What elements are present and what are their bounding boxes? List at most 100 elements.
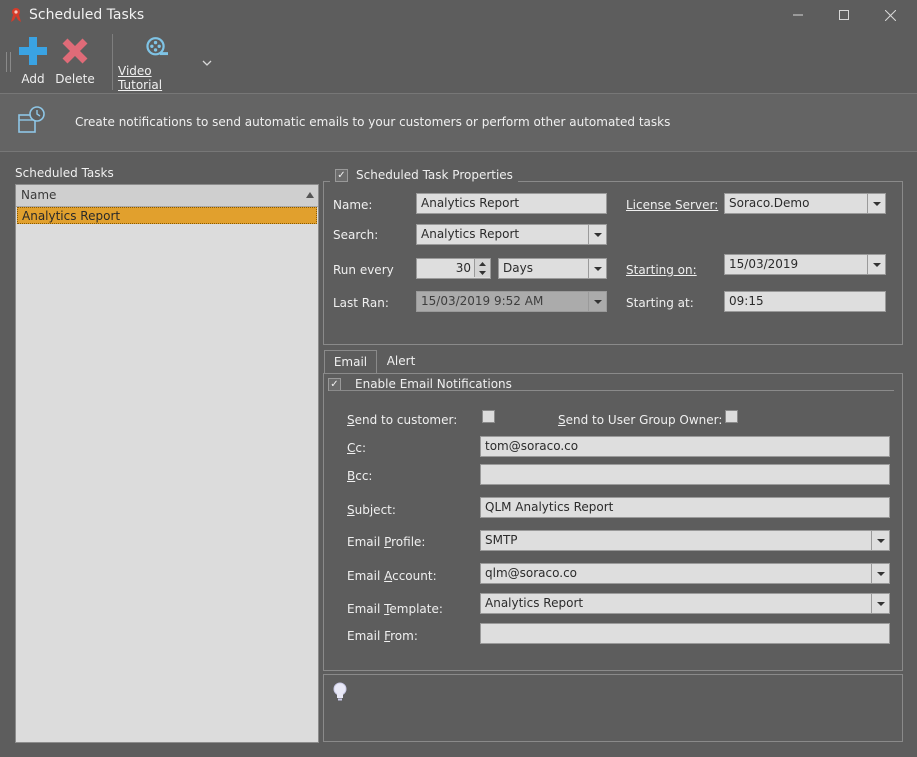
license-server-select[interactable]: Soraco.Demo (724, 193, 886, 214)
list-item-name: Analytics Report (22, 209, 121, 223)
email-from-label: Email From: (347, 629, 418, 643)
starting-on-value: 15/03/2019 (729, 257, 799, 271)
starting-on-dropdown-button[interactable] (867, 255, 885, 274)
info-banner: Create notifications to send automatic e… (0, 93, 917, 152)
email-template-dropdown-button[interactable] (871, 594, 889, 613)
task-properties-checkbox[interactable]: ✓ (335, 168, 348, 182)
starting-at-field[interactable]: 09:15 (724, 291, 886, 312)
search-dropdown-button[interactable] (588, 225, 606, 244)
scheduled-task-icon (18, 106, 45, 133)
search-select-value: Analytics Report (421, 227, 520, 241)
video-tutorial-label: Video Tutorial (118, 64, 163, 92)
starting-on-label: Starting on: (626, 263, 697, 277)
minimize-icon (793, 14, 803, 16)
last-ran-dropdown-button (588, 292, 606, 311)
email-account-select[interactable]: qlm@soraco.co (480, 563, 890, 584)
send-to-owner-label: Send to User Group Owner: (558, 413, 723, 427)
starting-on-datepicker[interactable]: 15/03/2019 (724, 254, 886, 275)
email-account-label: Email Account: (347, 569, 437, 583)
tab-email[interactable]: Email (324, 350, 377, 374)
add-button[interactable]: Add (16, 36, 50, 92)
column-header-name: Name (21, 188, 57, 202)
subject-label: Subject: (347, 503, 396, 517)
maximize-button[interactable] (821, 2, 867, 28)
window-title: Scheduled Tasks (29, 7, 145, 23)
send-to-owner-checkbox[interactable] (725, 410, 738, 423)
chevron-down-icon (479, 270, 486, 275)
name-label: Name: (333, 198, 373, 212)
starting-at-label: Starting at: (626, 296, 694, 310)
email-account-dropdown-button[interactable] (871, 564, 889, 583)
enable-email-checkbox[interactable]: ✓ (328, 377, 341, 391)
stepper-up-button[interactable] (474, 259, 490, 268)
last-ran-label: Last Ran: (333, 296, 389, 310)
enable-email-label: Enable Email Notifications (355, 377, 512, 391)
chevron-down-icon (876, 571, 885, 576)
run-every-unit-select[interactable]: Days (498, 258, 607, 279)
run-every-unit-value: Days (503, 261, 533, 275)
task-list[interactable]: Name Analytics Report (15, 184, 319, 743)
search-label: Search: (333, 228, 379, 242)
chevron-down-icon (872, 201, 881, 206)
email-from-field[interactable] (480, 623, 890, 644)
email-profile-value: SMTP (485, 533, 518, 547)
run-every-label: Run every (333, 263, 394, 277)
email-profile-dropdown-button[interactable] (871, 531, 889, 550)
x-icon (62, 38, 88, 64)
chevron-down-icon (876, 538, 885, 543)
email-template-select[interactable]: Analytics Report (480, 593, 890, 614)
bcc-label: Bcc: (347, 469, 373, 483)
chevron-up-icon (479, 261, 486, 266)
close-icon (884, 9, 896, 21)
add-label: Add (21, 72, 45, 86)
cc-field[interactable]: tom@soraco.co (480, 436, 890, 457)
chevron-down-icon (202, 60, 212, 66)
chevron-down-icon (593, 299, 602, 304)
banner-text: Create notifications to send automatic e… (75, 115, 671, 129)
send-to-customer-label: Send to customer: (347, 413, 458, 427)
chevron-down-icon (872, 262, 881, 267)
tab-alert-label: Alert (386, 354, 416, 368)
minimize-button[interactable] (775, 2, 821, 28)
email-template-label: Email Template: (347, 602, 443, 616)
delete-label: Delete (55, 72, 95, 86)
email-template-value: Analytics Report (485, 596, 584, 610)
app-ribbon-icon (11, 8, 21, 22)
sort-ascending-icon (306, 192, 314, 198)
bcc-field[interactable] (480, 464, 890, 485)
run-every-value: 30 (455, 261, 471, 275)
hint-panel (323, 674, 903, 742)
name-field[interactable]: Analytics Report (416, 193, 607, 214)
toolbar-overflow-button[interactable] (202, 56, 212, 70)
unit-dropdown-button[interactable] (588, 259, 606, 278)
chevron-down-icon (593, 232, 602, 237)
lightbulb-icon (333, 682, 347, 701)
delete-button[interactable]: Delete (55, 36, 95, 92)
email-profile-select[interactable]: SMTP (480, 530, 890, 551)
email-account-value: qlm@soraco.co (485, 566, 578, 580)
stepper-down-button[interactable] (474, 268, 490, 277)
video-tutorial-button[interactable]: Video Tutorial (118, 36, 196, 92)
email-profile-label: Email Profile: (347, 535, 426, 549)
run-every-stepper[interactable]: 30 (416, 258, 491, 279)
chevron-down-icon (876, 601, 885, 606)
close-button[interactable] (867, 2, 913, 28)
film-reel-icon (146, 37, 168, 56)
chevron-down-icon (593, 266, 602, 271)
list-column-header[interactable]: Name (16, 185, 318, 207)
license-server-dropdown-button[interactable] (867, 194, 885, 213)
send-to-customer-checkbox[interactable] (482, 410, 495, 423)
last-ran-field: 15/03/2019 9:52 AM (416, 291, 607, 312)
subject-field[interactable]: QLM Analytics Report (480, 497, 890, 518)
plus-icon (19, 37, 47, 65)
search-select[interactable]: Analytics Report (416, 224, 607, 245)
task-properties-header: ✓ Scheduled Task Properties (330, 168, 518, 182)
tab-alert[interactable]: Alert (378, 350, 424, 374)
toolbar-grip[interactable] (6, 52, 11, 72)
tab-email-label: Email (333, 355, 368, 369)
title-bar: Scheduled Tasks (0, 0, 917, 30)
toolbar-separator (112, 34, 113, 90)
last-ran-value: 15/03/2019 9:52 AM (421, 294, 544, 308)
maximize-icon (839, 10, 849, 20)
list-item[interactable]: Analytics Report (17, 207, 317, 224)
